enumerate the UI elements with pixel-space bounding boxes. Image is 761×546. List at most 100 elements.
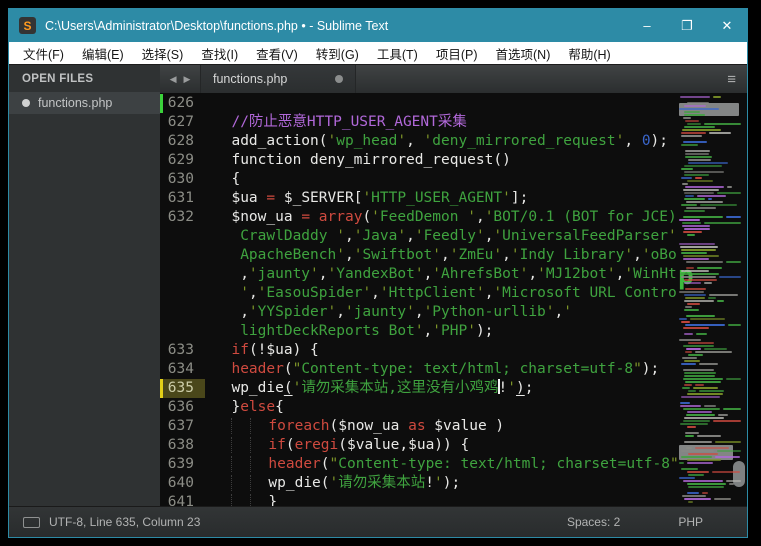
sublime-logo-icon: S xyxy=(19,17,36,34)
code-line-wrap[interactable]: CrawlDaddy ','Java','Feedly','UniversalF… xyxy=(160,227,677,246)
code-line[interactable]: 627 //防止恶意HTTP_USER_AGENT采集 xyxy=(160,113,677,132)
line-number: 627 xyxy=(160,113,205,132)
code-line-wrap[interactable]: ApacheBench','Swiftbot','ZmEu','Indy Lib… xyxy=(160,246,677,265)
code-line-wrap[interactable]: lightDeckReports Bot','PHP'); xyxy=(160,322,677,341)
menu-item[interactable]: 编辑(E) xyxy=(73,44,133,63)
tab-functions-php[interactable]: functions.php xyxy=(200,65,356,93)
modified-bullet-icon xyxy=(22,99,30,107)
code-line[interactable]: 639 header("Content-type: text/html; cha… xyxy=(160,455,677,474)
line-number: 628 xyxy=(160,132,205,151)
code-text: ,'YYSpider','jaunty','Python-urllib',' xyxy=(205,303,677,322)
code-line[interactable]: 634 header("Content-type: text/html; cha… xyxy=(160,360,677,379)
code-line[interactable]: 641 } xyxy=(160,493,677,506)
line-number: 629 xyxy=(160,151,205,170)
code-text: CrawlDaddy ','Java','Feedly','UniversalF… xyxy=(205,227,677,246)
code-line[interactable]: 632 $now_ua = array('FeedDemon ','BOT/0.… xyxy=(160,208,677,227)
code-line-wrap[interactable]: ,'YYSpider','jaunty','Python-urllib',' xyxy=(160,303,677,322)
line-number: 626 xyxy=(160,94,205,113)
menu-bar: 文件(F)编辑(E)选择(S)查找(I)查看(V)转到(G)工具(T)项目(P)… xyxy=(9,42,747,65)
code-text: header("Content-type: text/html; charset… xyxy=(205,455,677,474)
tab-modified-dot-icon xyxy=(335,75,343,83)
code-line[interactable]: 626 xyxy=(160,94,677,113)
maximize-button[interactable]: ❐ xyxy=(667,9,707,42)
code-text: if(!$ua) { xyxy=(205,341,677,360)
code-text: wp_die('请勿采集本站,这里没有小鸡鸡!'); xyxy=(205,379,677,398)
line-number: 636 xyxy=(160,398,205,417)
gutter-diff-marker xyxy=(160,379,163,398)
line-number: 634 xyxy=(160,360,205,379)
main-area: OPEN FILES functions.php ◀ ▶ functions.p… xyxy=(9,65,747,506)
line-number xyxy=(160,284,205,303)
code-text: lightDeckReports Bot','PHP'); xyxy=(205,322,677,341)
minimap[interactable]: p xyxy=(677,93,747,506)
menu-item[interactable]: 查找(I) xyxy=(192,44,247,63)
tab-overflow-menu-icon[interactable]: ≡ xyxy=(727,72,736,87)
line-number: 639 xyxy=(160,455,205,474)
close-button[interactable]: ✕ xyxy=(707,9,747,42)
indent-setting-status[interactable]: Spaces: 2 xyxy=(567,515,620,529)
code-line[interactable]: 628 add_action('wp_head', 'deny_mirrored… xyxy=(160,132,677,151)
scrollbar-thumb[interactable] xyxy=(733,461,745,487)
line-number xyxy=(160,303,205,322)
code-region: 626627 //防止恶意HTTP_USER_AGENT采集628 add_ac… xyxy=(160,93,747,506)
line-number xyxy=(160,227,205,246)
code-line[interactable]: 633 if(!$ua) { xyxy=(160,341,677,360)
sidebar-item-functions-php[interactable]: functions.php xyxy=(9,92,160,114)
menu-item[interactable]: 选择(S) xyxy=(133,44,193,63)
status-bar: UTF-8, Line 635, Column 23 Spaces: 2 PHP xyxy=(9,506,747,537)
tab-bar: ◀ ▶ functions.php ≡ xyxy=(160,65,747,93)
line-number: 630 xyxy=(160,170,205,189)
code-line-wrap[interactable]: ,'jaunty','YandexBot','AhrefsBot','MJ12b… xyxy=(160,265,677,284)
title-bar[interactable]: S C:\Users\Administrator\Desktop\functio… xyxy=(9,9,747,42)
code-text: ','EasouSpider','HttpClient','Microsoft … xyxy=(205,284,677,303)
code-line[interactable]: 638 if(eregi($value,$ua)) { xyxy=(160,436,677,455)
code-text: foreach($now_ua as $value ) xyxy=(205,417,677,436)
code-text xyxy=(205,94,677,113)
tab-label: functions.php xyxy=(213,72,335,86)
code-text: $now_ua = array('FeedDemon ','BOT/0.1 (B… xyxy=(205,208,677,227)
window-controls: – ❐ ✕ xyxy=(627,9,747,42)
menu-item[interactable]: 帮助(H) xyxy=(559,44,619,63)
editor-column: ◀ ▶ functions.php ≡ 626627 //防止恶意HTTP_US… xyxy=(160,65,747,506)
tab-prev-icon[interactable]: ◀ xyxy=(170,74,177,85)
menu-item[interactable]: 工具(T) xyxy=(368,44,427,63)
menu-item[interactable]: 项目(P) xyxy=(427,44,487,63)
open-files-header: OPEN FILES xyxy=(9,65,160,92)
line-number: 640 xyxy=(160,474,205,493)
line-number: 633 xyxy=(160,341,205,360)
code-text: $ua = $_SERVER['HTTP_USER_AGENT']; xyxy=(205,189,677,208)
code-text: //防止恶意HTTP_USER_AGENT采集 xyxy=(205,113,677,132)
code-text: function deny_mirrored_request() xyxy=(205,151,677,170)
code-editor[interactable]: 626627 //防止恶意HTTP_USER_AGENT采集628 add_ac… xyxy=(160,93,677,506)
code-line[interactable]: 631 $ua = $_SERVER['HTTP_USER_AGENT']; xyxy=(160,189,677,208)
menu-item[interactable]: 转到(G) xyxy=(307,44,368,63)
code-text: ApacheBench','Swiftbot','ZmEu','Indy Lib… xyxy=(205,246,677,265)
code-text: wp_die('请勿采集本站!'); xyxy=(205,474,677,493)
menu-item[interactable]: 文件(F) xyxy=(14,44,73,63)
line-number: 638 xyxy=(160,436,205,455)
code-line[interactable]: 636 }else{ xyxy=(160,398,677,417)
line-number xyxy=(160,246,205,265)
gutter-diff-marker xyxy=(160,94,163,113)
code-line[interactable]: 630 { xyxy=(160,170,677,189)
code-text: add_action('wp_head', 'deny_mirrored_req… xyxy=(205,132,677,151)
tab-next-icon[interactable]: ▶ xyxy=(184,74,191,85)
line-number: 631 xyxy=(160,189,205,208)
code-text: ,'jaunty','YandexBot','AhrefsBot','MJ12b… xyxy=(205,265,677,284)
code-line-wrap[interactable]: ','EasouSpider','HttpClient','Microsoft … xyxy=(160,284,677,303)
code-line[interactable]: 637 foreach($now_ua as $value ) xyxy=(160,417,677,436)
menu-item[interactable]: 首选项(N) xyxy=(487,44,560,63)
line-number: 637 xyxy=(160,417,205,436)
code-line[interactable]: 640 wp_die('请勿采集本站!'); xyxy=(160,474,677,493)
menu-item[interactable]: 查看(V) xyxy=(247,44,307,63)
sidebar: OPEN FILES functions.php xyxy=(9,65,160,506)
sidebar-file-label: functions.php xyxy=(38,96,112,110)
code-line[interactable]: 635 wp_die('请勿采集本站,这里没有小鸡鸡!'); xyxy=(160,379,677,398)
line-number xyxy=(160,265,205,284)
line-number: 641 xyxy=(160,493,205,506)
status-panel-icon[interactable] xyxy=(23,517,40,528)
code-line[interactable]: 629 function deny_mirrored_request() xyxy=(160,151,677,170)
minimize-button[interactable]: – xyxy=(627,9,667,42)
line-number xyxy=(160,322,205,341)
syntax-mode-status[interactable]: PHP xyxy=(678,515,703,529)
